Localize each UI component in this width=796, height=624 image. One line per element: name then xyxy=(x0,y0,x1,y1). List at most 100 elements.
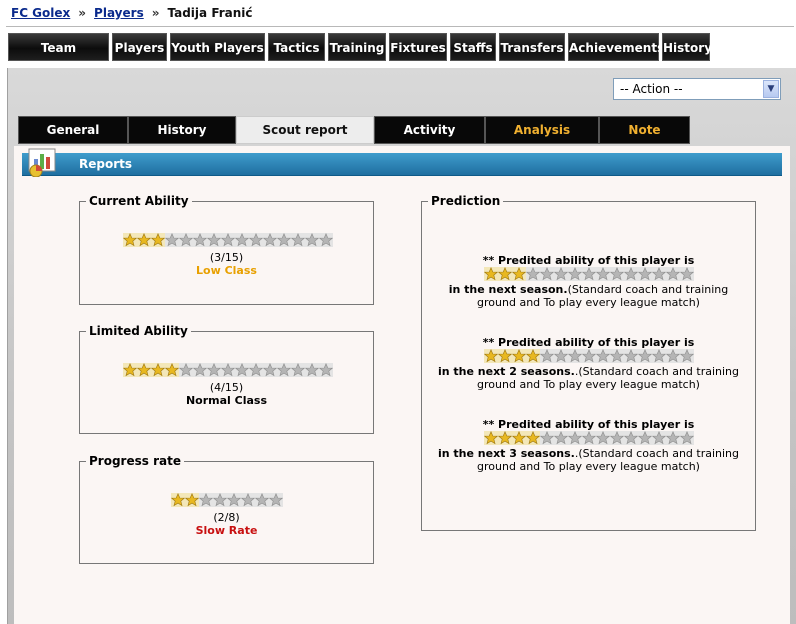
nav-history[interactable]: History xyxy=(662,33,712,61)
star-empty-icon xyxy=(651,267,666,281)
nav-transfers[interactable]: Transfers xyxy=(499,33,565,61)
nav-players[interactable]: Players xyxy=(112,33,167,61)
star-empty-icon xyxy=(249,233,263,247)
star-filled-icon xyxy=(123,233,137,247)
star-empty-icon xyxy=(539,431,554,445)
scout-report-content: Reports Current Ability (3/15) Low Class… xyxy=(14,146,790,624)
tab-general[interactable]: General xyxy=(18,116,128,144)
breadcrumb-separator: » xyxy=(78,6,87,20)
prediction-item: ** Predited ability of this player is in… xyxy=(422,418,755,473)
star-empty-icon xyxy=(623,349,638,363)
current-ability-title: Current Ability xyxy=(86,194,192,208)
current-ability-score: (3/15) xyxy=(209,251,244,264)
action-select-value: -- Action -- xyxy=(620,82,683,96)
star-empty-icon xyxy=(193,363,207,377)
star-empty-icon xyxy=(609,267,624,281)
limited-ability-stars xyxy=(123,363,333,377)
prediction-note: .(Standard coach and training xyxy=(574,447,740,460)
prediction-period: in the next 3 seasons. xyxy=(437,447,575,460)
prediction-item: ** Predited ability of this player is in… xyxy=(422,336,755,391)
star-empty-icon xyxy=(235,363,249,377)
star-filled-icon xyxy=(525,349,540,363)
star-empty-icon xyxy=(207,363,221,377)
action-select[interactable]: -- Action -- ▼ xyxy=(613,78,781,100)
star-empty-icon xyxy=(623,431,638,445)
current-ability-stars xyxy=(123,233,333,247)
star-empty-icon xyxy=(595,267,610,281)
star-empty-icon xyxy=(595,349,610,363)
star-empty-icon xyxy=(539,349,554,363)
star-filled-icon xyxy=(137,233,151,247)
star-filled-icon xyxy=(171,493,185,507)
prediction-period: in the next 2 seasons. xyxy=(437,365,575,378)
star-filled-icon xyxy=(123,363,137,377)
progress-rate-box: Progress rate (2/8) Slow Rate xyxy=(79,454,374,564)
star-empty-icon xyxy=(291,233,305,247)
star-empty-icon xyxy=(553,431,568,445)
star-empty-icon xyxy=(665,349,680,363)
star-empty-icon xyxy=(277,363,291,377)
progress-rate-class: Slow Rate xyxy=(195,524,258,537)
star-filled-icon xyxy=(497,349,512,363)
current-ability-box: Current Ability (3/15) Low Class xyxy=(79,194,374,305)
star-filled-icon xyxy=(483,431,498,445)
limited-ability-class: Normal Class xyxy=(185,394,268,407)
breadcrumb-club-link[interactable]: FC Golex xyxy=(11,6,70,20)
prediction-note-line2: ground and To play every league match) xyxy=(477,378,700,391)
progress-rate-title: Progress rate xyxy=(86,454,184,468)
nav-achievements[interactable]: Achievements xyxy=(568,33,664,61)
reports-header: Reports xyxy=(22,148,782,177)
breadcrumb-players-link[interactable]: Players xyxy=(94,6,144,20)
tab-scout-report[interactable]: Scout report xyxy=(236,116,374,144)
star-empty-icon xyxy=(553,267,568,281)
tab-note[interactable]: Note xyxy=(599,116,690,144)
star-empty-icon xyxy=(679,431,694,445)
nav-staffs[interactable]: Staffs xyxy=(450,33,496,61)
prediction-item: ** Predited ability of this player is in… xyxy=(422,254,755,309)
divider xyxy=(6,26,794,27)
star-filled-icon xyxy=(185,493,199,507)
star-empty-icon xyxy=(227,493,241,507)
star-empty-icon xyxy=(165,233,179,247)
star-empty-icon xyxy=(319,233,333,247)
tab-analysis[interactable]: Analysis xyxy=(485,116,599,144)
nav-tactics[interactable]: Tactics xyxy=(268,33,325,61)
nav-youth-players[interactable]: Youth Players xyxy=(170,33,265,61)
star-empty-icon xyxy=(651,431,666,445)
progress-rate-stars xyxy=(171,493,283,507)
star-filled-icon xyxy=(137,363,151,377)
tab-history[interactable]: History xyxy=(128,116,236,144)
star-empty-icon xyxy=(651,349,666,363)
star-empty-icon xyxy=(305,363,319,377)
star-empty-icon xyxy=(637,431,652,445)
star-empty-icon xyxy=(319,363,333,377)
star-empty-icon xyxy=(255,493,269,507)
nav-fixtures[interactable]: Fixtures xyxy=(389,33,447,61)
star-empty-icon xyxy=(609,349,624,363)
star-filled-icon xyxy=(525,431,540,445)
player-panel: -- Action -- ▼ General History Scout rep… xyxy=(7,68,796,624)
star-empty-icon xyxy=(539,267,554,281)
prediction-title: Prediction xyxy=(428,194,504,208)
prediction-head: ** Predited ability of this player is xyxy=(482,254,695,267)
breadcrumb-player-name: Tadija Franić xyxy=(167,6,253,20)
star-empty-icon xyxy=(207,233,221,247)
star-filled-icon xyxy=(165,363,179,377)
star-filled-icon xyxy=(483,267,498,281)
progress-rate-score: (2/8) xyxy=(213,511,240,524)
breadcrumb-separator: » xyxy=(151,6,160,20)
star-empty-icon xyxy=(291,363,305,377)
chevron-down-icon[interactable]: ▼ xyxy=(763,80,779,98)
report-chart-icon xyxy=(28,148,56,177)
nav-training[interactable]: Training xyxy=(328,33,386,61)
nav-team-overview[interactable]: Team Overview xyxy=(8,33,109,83)
reports-title: Reports xyxy=(79,157,133,171)
prediction-note: (Standard coach and training xyxy=(567,283,729,296)
prediction-stars xyxy=(422,267,755,283)
limited-ability-box: Limited Ability (4/15) Normal Class xyxy=(79,324,374,434)
star-filled-icon xyxy=(511,349,526,363)
tab-activity[interactable]: Activity xyxy=(374,116,485,144)
breadcrumb: FC Golex » Players » Tadija Franić xyxy=(11,6,253,20)
star-empty-icon xyxy=(567,267,582,281)
star-empty-icon xyxy=(581,431,596,445)
